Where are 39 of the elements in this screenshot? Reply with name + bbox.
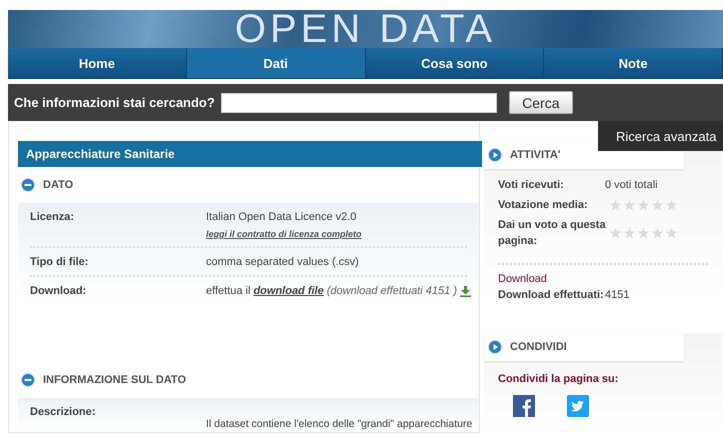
download-heading: Download — [497, 273, 548, 285]
field-label: Download effettuati: — [498, 288, 605, 303]
facebook-icon[interactable] — [513, 395, 535, 417]
field-label: Dai un voto a questa pagina: — [498, 218, 607, 249]
section-heading: INFORMAZIONE SUL DATO — [43, 374, 186, 386]
field-label: Download: — [30, 285, 88, 297]
download-link[interactable]: download file — [253, 285, 324, 297]
field-label: Descrizione: — [30, 406, 96, 420]
collapse-icon[interactable] — [21, 373, 35, 387]
twitter-icon[interactable] — [567, 395, 589, 417]
collapse-icon[interactable] — [21, 178, 35, 192]
field-value: comma separated values (.csv) — [206, 256, 359, 268]
search-field[interactable] — [220, 92, 497, 112]
field-label: Voti ricevuti: — [498, 178, 565, 193]
field-label: Tipo di file: — [30, 256, 90, 268]
field-value: 0 voti totali — [605, 178, 658, 193]
download-text: effettua il — [206, 285, 250, 297]
expand-icon[interactable] — [488, 340, 502, 354]
section-heading: ATTIVITA' — [510, 149, 560, 161]
field-value: 4151 — [605, 288, 630, 303]
section-heading: CONDIVIDI — [510, 341, 567, 353]
nav-tab[interactable]: Dati — [186, 48, 366, 78]
download-count-note: (download effettuati 4151 ) — [326, 285, 457, 297]
search-button[interactable]: Cerca — [508, 91, 573, 114]
field-value: Il dataset contiene l'elenco delle "grandi" apparecchiature — [206, 418, 472, 430]
advanced-search-tooltip[interactable]: Ricerca avanzata — [598, 121, 723, 151]
nav-tab[interactable]: Cosa sono — [366, 48, 544, 78]
share-label: Condividi la pagina su: — [497, 372, 620, 387]
dataset-title: Apparecchiature Sanitarie — [18, 141, 482, 167]
download-arrow-icon[interactable] — [460, 286, 471, 296]
license-link[interactable]: leggi il contratto di licenza completo — [206, 229, 362, 239]
field-label: Votazione media: — [498, 198, 589, 213]
logo-text: OPEN DATA — [234, 10, 496, 48]
section-heading: DATO — [43, 179, 74, 191]
search-label: Che informazioni stai cercando? — [14, 95, 215, 110]
expand-icon[interactable] — [488, 148, 502, 162]
field-value: Italian Open Data Licence v2.0 — [206, 211, 358, 223]
field-label: Licenza: — [30, 211, 76, 225]
nav-tab[interactable]: Note — [544, 48, 723, 78]
